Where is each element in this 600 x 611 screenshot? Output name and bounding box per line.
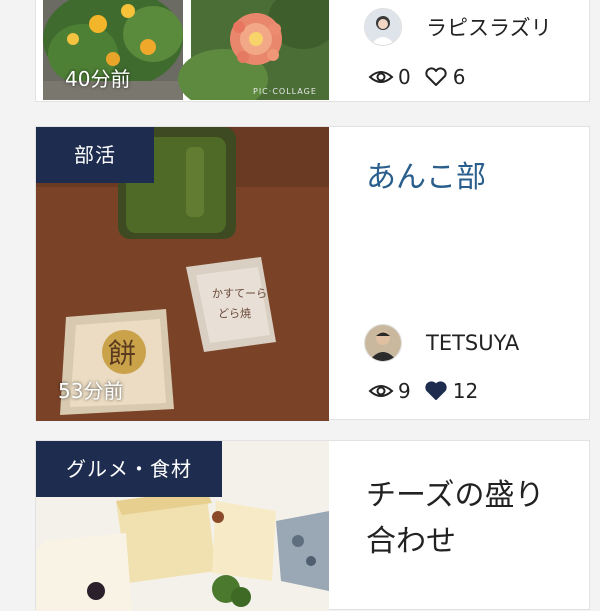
like-count: 12 — [452, 379, 479, 403]
avatar[interactable] — [364, 8, 402, 46]
avatar[interactable] — [364, 324, 402, 362]
time-ago: 40分前 — [65, 67, 131, 91]
article-card[interactable]: かすてーら どら焼 餅 部活 53分前 あんこ部 TETSUYA 9 12 — [35, 126, 590, 421]
article-card[interactable]: グルメ・食材 チーズの盛り 合わせ — [35, 440, 590, 611]
article-title[interactable]: あんこ部 — [366, 155, 486, 201]
article-card[interactable]: 40分前 PIC·COLLAGE ラピスラズリ 0 6 — [35, 0, 590, 102]
category-badge[interactable]: 部活 — [36, 127, 154, 183]
time-ago: 53分前 — [58, 379, 124, 403]
article-title-line: 合わせ — [366, 524, 456, 559]
eye-icon — [368, 381, 394, 401]
article-thumbnail[interactable]: かすてーら どら焼 餅 部活 53分前 — [36, 127, 329, 421]
eye-icon — [368, 67, 394, 87]
article-thumbnail[interactable]: グルメ・食材 — [36, 441, 329, 611]
collage-watermark: PIC·COLLAGE — [253, 87, 317, 96]
author-name[interactable]: TETSUYA — [426, 331, 519, 355]
author-info[interactable]: TETSUYA — [364, 323, 519, 363]
author-name[interactable]: ラピスラズリ — [426, 12, 552, 42]
category-badge[interactable]: グルメ・食材 — [36, 441, 222, 497]
article-title[interactable]: チーズの盛り 合わせ — [366, 473, 545, 565]
like-count: 6 — [452, 65, 466, 89]
svg-text:餅: 餅 — [108, 337, 136, 370]
article-title-line: チーズの盛り — [366, 478, 545, 513]
svg-text:かすてーら: かすてーら — [212, 287, 267, 300]
heart-filled-icon[interactable] — [423, 381, 449, 401]
author-info[interactable]: ラピスラズリ — [364, 7, 552, 47]
article-thumbnail[interactable]: 40分前 PIC·COLLAGE — [43, 0, 329, 100]
svg-text:どら焼: どら焼 — [218, 307, 251, 320]
view-count: 9 — [398, 379, 411, 403]
article-stats: 0 6 — [368, 65, 477, 89]
heart-outline-icon[interactable] — [423, 67, 449, 87]
view-count: 0 — [398, 65, 411, 89]
article-stats: 9 12 — [368, 379, 490, 403]
